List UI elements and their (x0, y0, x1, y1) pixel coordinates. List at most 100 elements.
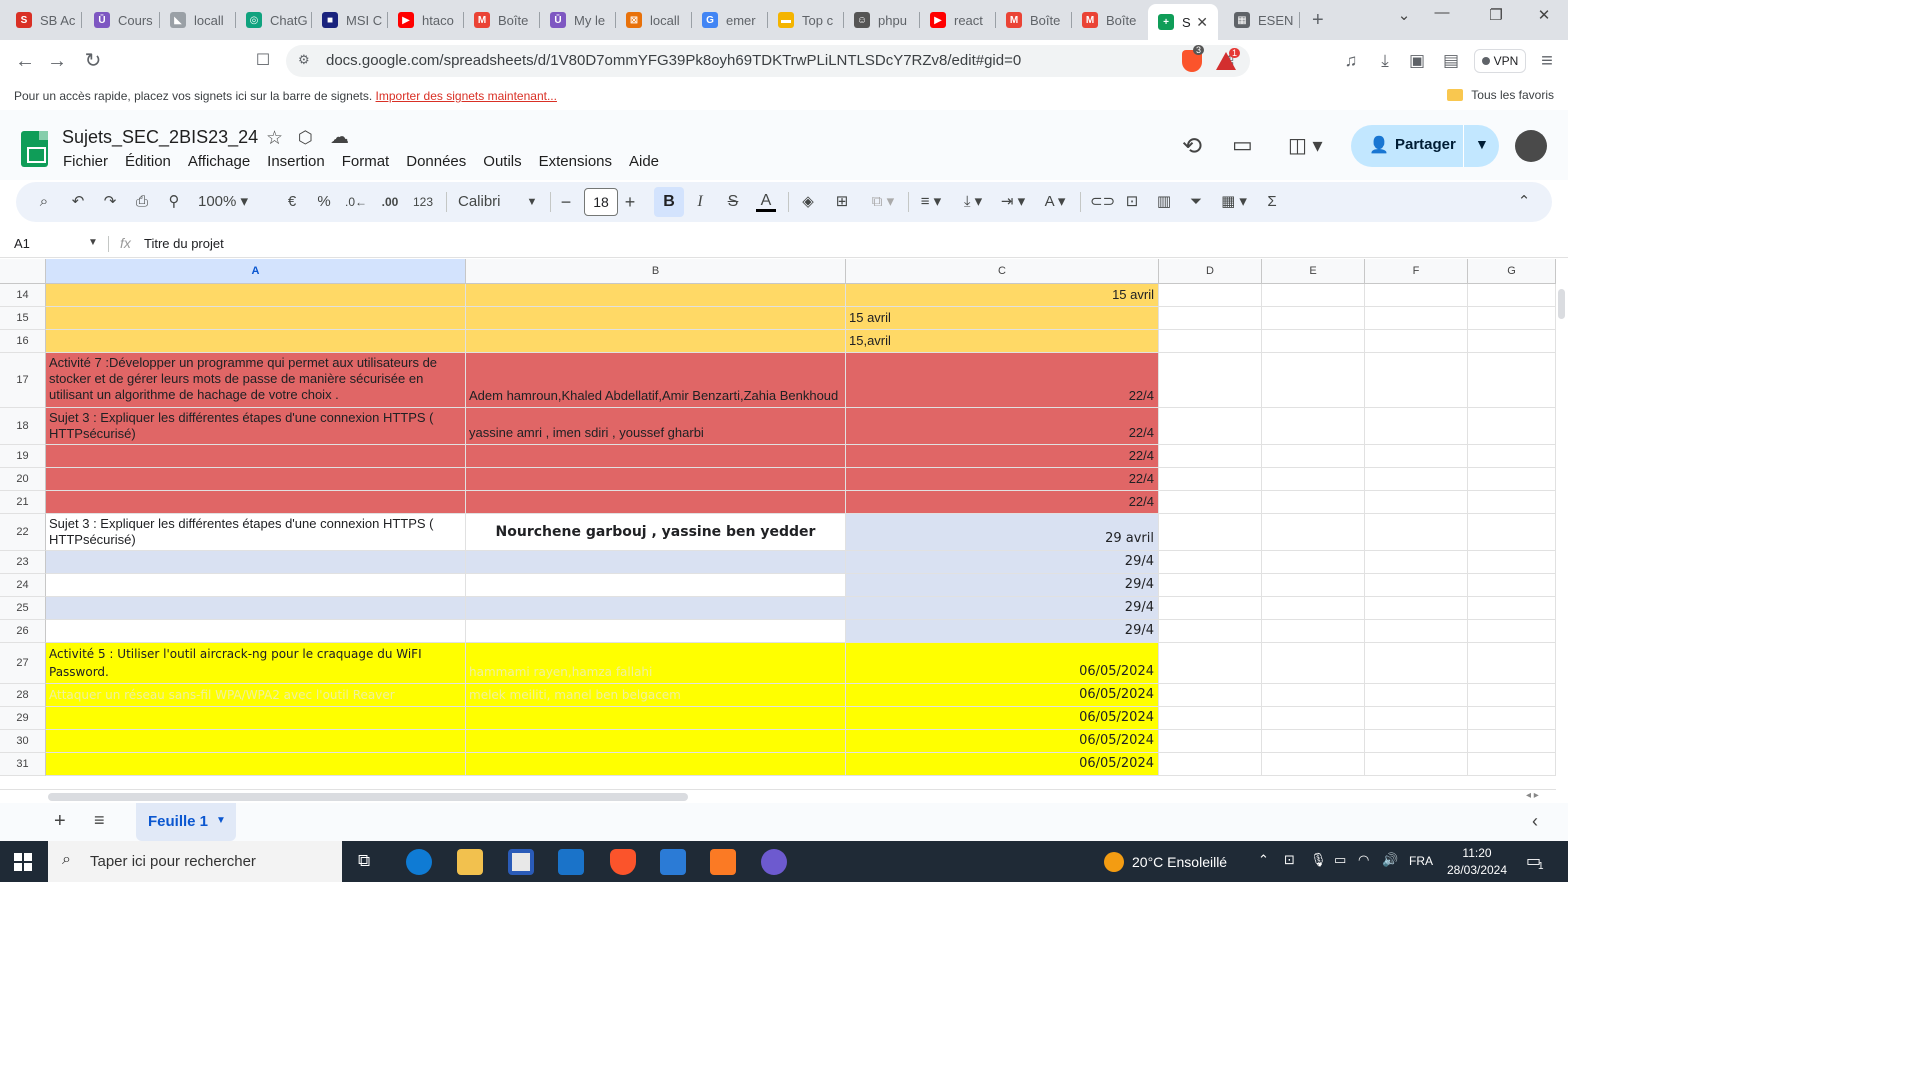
download-icon[interactable]: ⤓ (1374, 50, 1396, 72)
cell-E23[interactable] (1262, 551, 1365, 574)
cell-A21[interactable] (46, 491, 466, 514)
borders-icon[interactable]: ⊞ (832, 192, 852, 212)
decrease-font-size-button[interactable]: − (558, 192, 574, 212)
cell-E27[interactable] (1262, 643, 1365, 684)
browser-tab[interactable]: ▶ react (920, 6, 996, 34)
cell-A22[interactable]: Sujet 3 : Expliquer les différentes étap… (46, 514, 466, 551)
menu-item[interactable]: Aide (629, 153, 659, 170)
cell-E17[interactable] (1262, 353, 1365, 408)
cell-F29[interactable] (1365, 707, 1468, 730)
star-icon[interactable]: ☆ (266, 127, 283, 150)
vertical-align-icon[interactable]: ⤓ ▾ (956, 192, 990, 212)
back-arrow-icon[interactable]: ← (14, 50, 36, 72)
vpn-button[interactable]: VPN (1474, 49, 1526, 73)
volume-icon[interactable]: 🔊 (1382, 852, 1398, 868)
cell-F30[interactable] (1365, 730, 1468, 753)
cell-A28[interactable]: Attaquer un réseau sans-fil WPA/WPA2 ave… (46, 684, 466, 707)
row-header[interactable]: 25 (0, 597, 46, 620)
cell-D27[interactable] (1159, 643, 1262, 684)
cell-D23[interactable] (1159, 551, 1262, 574)
mail-icon[interactable] (558, 849, 584, 875)
print-icon[interactable]: ⎙ (132, 192, 152, 212)
microphone-icon[interactable]: 🎙 (1310, 852, 1327, 868)
browser-tab[interactable]: Ū My le (540, 6, 616, 34)
strikethrough-button[interactable]: S (724, 192, 742, 212)
row-header[interactable]: 20 (0, 468, 46, 491)
row-header[interactable]: 30 (0, 730, 46, 753)
browser-tab[interactable]: S SB Ac (6, 6, 82, 34)
cell-D28[interactable] (1159, 684, 1262, 707)
battery-icon[interactable]: ▭ (1334, 852, 1346, 868)
site-settings-icon[interactable]: ⚙ (298, 52, 310, 68)
cell-C28[interactable]: 06/05/2024 (846, 684, 1159, 707)
cell-A30[interactable] (46, 730, 466, 753)
text-rotation-icon[interactable]: A ▾ (1038, 192, 1072, 212)
merge-cells-icon[interactable]: ⧉ ▾ (866, 192, 900, 212)
cell-B19[interactable] (466, 445, 846, 468)
cell-E19[interactable] (1262, 445, 1365, 468)
menu-item[interactable]: Outils (483, 153, 521, 170)
cell-F16[interactable] (1365, 330, 1468, 353)
edge-icon[interactable] (406, 849, 432, 875)
bold-button[interactable]: B (654, 187, 684, 217)
version-history-icon[interactable]: ⟲ (1182, 132, 1202, 161)
row-header[interactable]: 21 (0, 491, 46, 514)
xampp-icon[interactable] (710, 849, 736, 875)
cell-D17[interactable] (1159, 353, 1262, 408)
share-button[interactable]: 👤 Partager ▼ (1351, 125, 1499, 167)
cell-B29[interactable] (466, 707, 846, 730)
cell-G18[interactable] (1468, 408, 1556, 445)
comments-icon[interactable]: ▭ (1232, 132, 1253, 158)
meet-icon[interactable]: ◫ ▾ (1288, 133, 1323, 158)
add-sheet-button[interactable]: + (54, 810, 66, 833)
cell-C20[interactable]: 22/4 (846, 468, 1159, 491)
cell-A24[interactable] (46, 574, 466, 597)
cell-F26[interactable] (1365, 620, 1468, 643)
column-header[interactable]: D (1159, 259, 1262, 284)
share-dropdown-icon[interactable]: ▼ (1475, 136, 1489, 152)
wallet-icon[interactable]: ▤ (1440, 50, 1462, 72)
bookmark-icon[interactable]: ☐ (252, 50, 274, 72)
sheet-menu-icon[interactable]: ▼ (216, 815, 226, 826)
cell-E22[interactable] (1262, 514, 1365, 551)
increase-decimal-button[interactable]: .00 (378, 192, 402, 212)
media-icon[interactable]: ♫ (1340, 50, 1362, 72)
cell-F24[interactable] (1365, 574, 1468, 597)
font-size-input[interactable]: 18 (584, 188, 618, 216)
browser-tab[interactable]: ■ MSI C (312, 6, 388, 34)
browser-tab[interactable]: ⊠ locall (616, 6, 692, 34)
column-header[interactable]: E (1262, 259, 1365, 284)
cell-E26[interactable] (1262, 620, 1365, 643)
minimize-button[interactable]: — (1420, 4, 1464, 26)
browser-tab[interactable]: ▶ htaco (388, 6, 464, 34)
cell-E25[interactable] (1262, 597, 1365, 620)
cell-B25[interactable] (466, 597, 846, 620)
system-clock[interactable]: 11:20 28/03/2024 (1440, 845, 1514, 879)
browser-tab[interactable]: Ū Cours (84, 6, 160, 34)
cell-E24[interactable] (1262, 574, 1365, 597)
paint-format-icon[interactable]: ⚲ (164, 192, 184, 212)
cell-C31[interactable]: 06/05/2024 (846, 753, 1159, 776)
cell-F23[interactable] (1365, 551, 1468, 574)
weather-widget[interactable]: 20°C Ensoleillé (1104, 852, 1227, 872)
formula-input[interactable]: Titre du projet (144, 236, 224, 251)
cell-G16[interactable] (1468, 330, 1556, 353)
cell-A14[interactable] (46, 284, 466, 307)
percent-format-button[interactable]: % (314, 192, 334, 212)
insert-comment-icon[interactable]: ⊡ (1122, 192, 1142, 212)
cell-C14[interactable]: 15 avril (846, 284, 1159, 307)
cell-E14[interactable] (1262, 284, 1365, 307)
cell-B30[interactable] (466, 730, 846, 753)
cell-B14[interactable] (466, 284, 846, 307)
cell-A27[interactable]: Activité 5 : Utiliser l'outil aircrack-n… (46, 643, 466, 684)
cell-D19[interactable] (1159, 445, 1262, 468)
cell-C19[interactable]: 22/4 (846, 445, 1159, 468)
cell-A18[interactable]: Sujet 3 : Expliquer les différentes étap… (46, 408, 466, 445)
cell-G28[interactable] (1468, 684, 1556, 707)
cell-D30[interactable] (1159, 730, 1262, 753)
insert-chart-icon[interactable]: ▥ (1154, 192, 1174, 212)
functions-icon[interactable]: Σ (1262, 192, 1282, 212)
cell-E30[interactable] (1262, 730, 1365, 753)
undo-icon[interactable]: ↶ (68, 192, 88, 212)
cell-B28[interactable]: melek meiliti, manel ben belgacem (466, 684, 846, 707)
